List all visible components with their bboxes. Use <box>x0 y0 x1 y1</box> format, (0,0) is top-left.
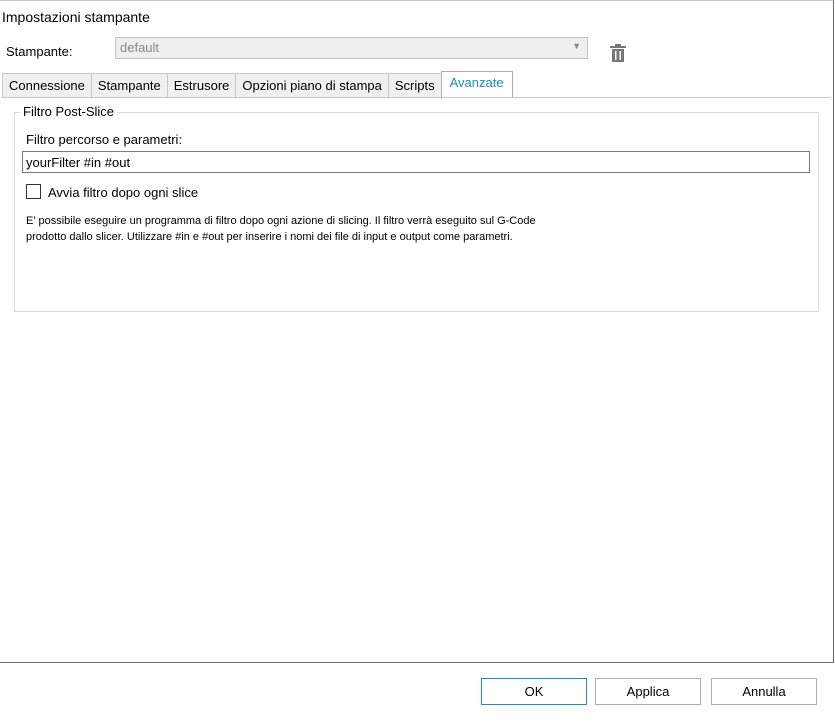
printer-select[interactable]: default ▼ <box>115 37 588 59</box>
run-filter-label[interactable]: Avvia filtro dopo ogni slice <box>48 185 198 200</box>
tab-avanzate[interactable]: Avanzate <box>440 71 513 97</box>
tab-estrusore[interactable]: Estrusore <box>166 73 237 97</box>
ok-button[interactable]: OK <box>481 678 587 705</box>
chevron-down-icon: ▼ <box>572 41 581 51</box>
printer-label: Stampante: <box>6 44 73 59</box>
run-filter-checkbox[interactable] <box>26 184 41 199</box>
description-line-1: E' possibile eseguire un programma di fi… <box>26 215 536 227</box>
printer-select-value: default <box>120 40 160 55</box>
trash-icon[interactable] <box>610 44 626 62</box>
filter-description: E' possibile eseguire un programma di fi… <box>26 213 626 245</box>
tab-strip: Connessione Stampante Estrusore Opzioni … <box>2 71 513 98</box>
tab-connessione[interactable]: Connessione <box>2 73 92 97</box>
apply-button[interactable]: Applica <box>595 678 701 705</box>
group-title: Filtro Post-Slice <box>20 104 118 119</box>
tab-scripts[interactable]: Scripts <box>387 73 442 97</box>
dialog-title: Impostazioni stampante <box>2 9 150 25</box>
description-line-2: prodotto dallo slicer. Utilizzare #in e … <box>26 231 513 243</box>
tab-opzioni-piano[interactable]: Opzioni piano di stampa <box>235 73 389 97</box>
cancel-button[interactable]: Annulla <box>711 678 817 705</box>
filter-path-input[interactable] <box>22 151 810 173</box>
filter-path-label: Filtro percorso e parametri: <box>26 132 183 147</box>
tab-stampante[interactable]: Stampante <box>90 73 168 97</box>
